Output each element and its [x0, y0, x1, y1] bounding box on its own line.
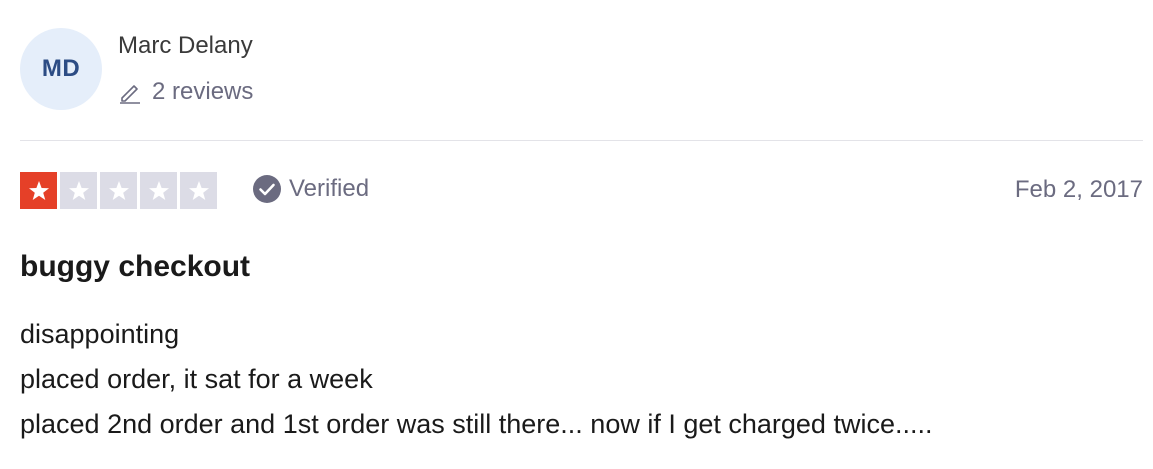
divider: [20, 140, 1143, 141]
review-title[interactable]: buggy checkout: [20, 250, 250, 284]
star-icon: [20, 172, 57, 209]
reviewer-name[interactable]: Marc Delany: [118, 32, 253, 60]
star-icon: [180, 172, 217, 209]
review-card: MD Marc Delany 2 reviews Verified Feb 2,…: [0, 0, 1153, 469]
review-line: placed 2nd order and 1st order was still…: [20, 409, 933, 439]
check-circle-icon: [253, 175, 281, 203]
verified-label: Verified: [289, 175, 370, 202]
reviews-count-label: 2 reviews: [152, 78, 254, 105]
reviews-count: 2 reviews: [118, 78, 253, 106]
star-icon: [140, 172, 177, 209]
verified-badge[interactable]: Verified: [252, 174, 369, 204]
pencil-icon: [120, 85, 140, 104]
review-line: placed order, it sat for a week: [20, 364, 373, 394]
star-icon: [100, 172, 137, 209]
review-line: disappointing: [20, 319, 180, 349]
star-icon: [60, 172, 97, 209]
star-rating: [20, 172, 217, 209]
review-body: disappointing placed order, it sat for a…: [20, 312, 932, 447]
avatar[interactable]: MD: [20, 28, 102, 110]
review-date: Feb 2, 2017: [1014, 176, 1143, 203]
